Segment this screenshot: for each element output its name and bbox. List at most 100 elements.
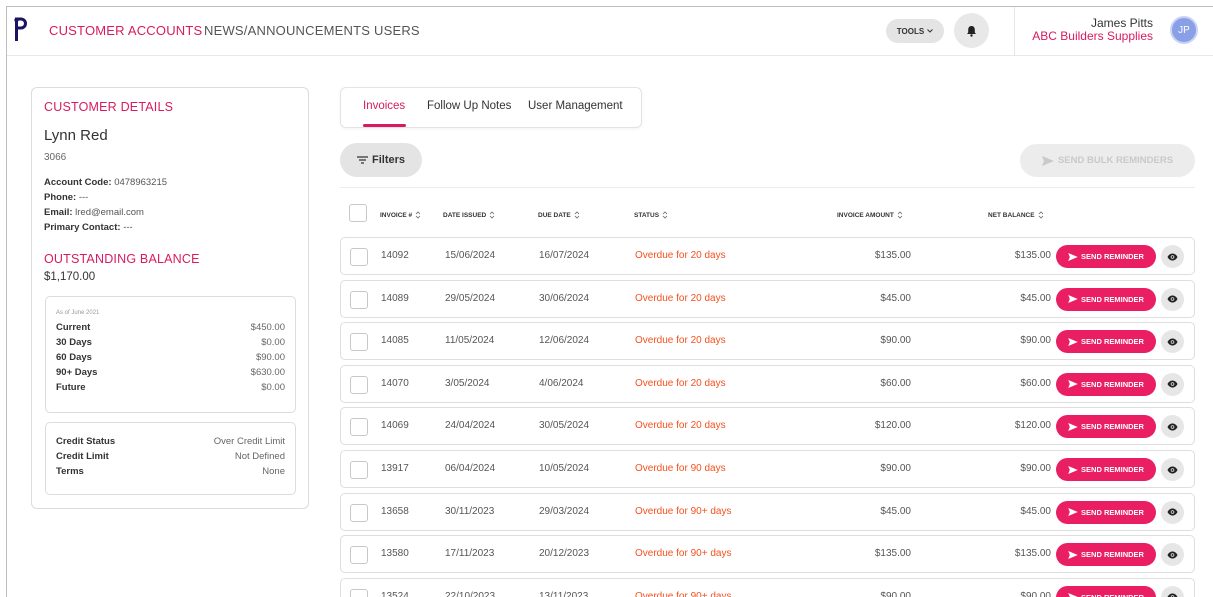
outstanding-balance-heading: OUTSTANDING BALANCE xyxy=(44,252,200,266)
tab-user-management[interactable]: User Management xyxy=(528,100,623,112)
send-reminder-button[interactable]: SEND REMINDER xyxy=(1056,500,1156,524)
row-checkbox[interactable] xyxy=(350,418,368,437)
net-balance: $90.00 xyxy=(1020,463,1051,474)
send-icon xyxy=(1068,295,1078,304)
send-reminder-label: SEND REMINDER xyxy=(1081,379,1144,389)
invoice-number[interactable]: 13917 xyxy=(381,463,409,474)
user-name: James Pitts xyxy=(1090,16,1153,30)
net-balance: $45.00 xyxy=(1020,292,1051,304)
invoice-number[interactable]: 14089 xyxy=(381,293,409,304)
date-issued: 30/11/2023 xyxy=(445,505,495,517)
net-balance: $135.00 xyxy=(1014,548,1051,560)
view-invoice-button[interactable] xyxy=(1161,458,1184,481)
column-header-status[interactable]: STATUS xyxy=(634,211,668,219)
eye-icon xyxy=(1167,593,1178,597)
table-row[interactable]: 14085 11/05/2024 12/06/2024 Overdue for 20 … xyxy=(340,322,1195,361)
view-invoice-button[interactable] xyxy=(1161,415,1184,439)
sort-icon xyxy=(1038,211,1043,219)
view-invoice-button[interactable] xyxy=(1161,585,1184,597)
row-checkbox[interactable] xyxy=(350,588,368,597)
table-row[interactable]: 14069 24/04/2024 30/05/2024 Overdue for 20 … xyxy=(340,407,1195,446)
company-name[interactable]: ABC Builders Supplies xyxy=(1032,29,1153,43)
invoice-amount: $90.00 xyxy=(880,590,911,597)
row-checkbox[interactable] xyxy=(350,290,368,309)
view-invoice-button[interactable] xyxy=(1161,330,1184,354)
send-reminder-button[interactable]: SEND REMINDER xyxy=(1056,330,1156,354)
eye-icon xyxy=(1167,380,1178,388)
send-reminder-button[interactable]: SEND REMINDER xyxy=(1056,287,1156,311)
row-checkbox[interactable] xyxy=(350,461,368,479)
view-invoice-button[interactable] xyxy=(1161,372,1184,396)
send-bulk-reminders-button[interactable]: SEND BULK REMINDERS xyxy=(1020,144,1195,177)
customer-details-card: CUSTOMER DETAILS Lynn Red 3066 Account C… xyxy=(31,87,309,509)
aging-as-of: As of June 2021 xyxy=(56,310,100,316)
tab-invoices[interactable]: Invoices xyxy=(363,100,405,112)
column-header-net-balance[interactable]: NET BALANCE xyxy=(988,211,1044,219)
nav-customer-accounts[interactable]: CUSTOMER ACCOUNTS xyxy=(49,23,202,38)
view-invoice-button[interactable] xyxy=(1161,543,1184,567)
send-reminder-button[interactable]: SEND REMINDER xyxy=(1056,585,1156,597)
status: Overdue for 20 days xyxy=(635,292,726,304)
invoice-number[interactable]: 13658 xyxy=(381,506,409,517)
sort-icon xyxy=(574,211,580,219)
row-checkbox[interactable] xyxy=(350,503,368,522)
brand-logo[interactable] xyxy=(13,17,27,43)
aging-row-current: Current $450.00 xyxy=(56,322,285,333)
view-invoice-button[interactable] xyxy=(1161,287,1184,311)
nav-news-announcements[interactable]: NEWS/ANNOUNCEMENTS xyxy=(204,23,370,38)
table-row[interactable]: 13658 30/11/2023 29/03/2024 Overdue for 90+… xyxy=(340,492,1195,531)
row-checkbox[interactable] xyxy=(350,375,368,394)
notifications-button[interactable] xyxy=(954,13,989,48)
send-reminder-button[interactable]: SEND REMINDER xyxy=(1056,372,1156,396)
table-row[interactable]: 14092 15/06/2024 16/07/2024 Overdue for 20 … xyxy=(340,237,1195,275)
row-checkbox[interactable] xyxy=(350,248,368,266)
customer-id: 3066 xyxy=(44,152,67,163)
aging-summary: As of June 2021 Current $450.00 30 Days $0… xyxy=(45,296,296,413)
tools-button[interactable]: TOOLS xyxy=(886,19,944,43)
invoice-number[interactable]: 14092 xyxy=(381,250,409,261)
invoice-number[interactable]: 13580 xyxy=(381,548,409,559)
date-issued: 24/04/2024 xyxy=(445,420,496,432)
select-all-checkbox[interactable] xyxy=(349,204,367,222)
invoice-number[interactable]: 14069 xyxy=(381,420,409,431)
bell-icon xyxy=(967,25,976,37)
column-header-invoice-amount[interactable]: INVOICE AMOUNT xyxy=(837,211,903,219)
due-date: 13/11/2023 xyxy=(539,590,589,597)
table-row[interactable]: 14070 3/05/2024 4/06/2024 Overdue for 20 da… xyxy=(340,364,1195,403)
table-row[interactable]: 13524 22/10/2023 13/11/2023 Overdue for 90+… xyxy=(340,577,1195,597)
eye-icon xyxy=(1167,466,1178,473)
invoice-number[interactable]: 13524 xyxy=(381,591,409,597)
chevron-down-icon xyxy=(927,29,934,33)
column-header-invoice[interactable]: INVOICE # xyxy=(380,211,421,219)
invoice-amount: $135.00 xyxy=(874,548,911,560)
send-reminder-button[interactable]: SEND REMINDER xyxy=(1056,245,1156,268)
nav-users[interactable]: USERS xyxy=(374,23,420,38)
table-row[interactable]: 14089 29/05/2024 30/06/2024 Overdue for 20 … xyxy=(340,279,1195,318)
table-row[interactable]: 13580 17/11/2023 20/12/2023 Overdue for 90+… xyxy=(340,535,1195,574)
view-invoice-button[interactable] xyxy=(1161,500,1184,524)
send-reminder-button[interactable]: SEND REMINDER xyxy=(1056,543,1156,567)
view-invoice-button[interactable] xyxy=(1161,245,1184,268)
send-reminder-button[interactable]: SEND REMINDER xyxy=(1056,458,1156,481)
invoice-amount: $120.00 xyxy=(874,420,911,432)
tab-follow-up-notes[interactable]: Follow Up Notes xyxy=(427,100,511,112)
status: Overdue for 20 days xyxy=(635,420,726,432)
column-header-due-date[interactable]: DUE DATE xyxy=(538,211,580,219)
invoice-amount: $90.00 xyxy=(880,335,911,347)
filters-button[interactable]: Filters xyxy=(340,143,422,177)
row-checkbox[interactable] xyxy=(350,333,368,352)
invoice-number[interactable]: 14085 xyxy=(381,335,409,346)
tools-label: TOOLS xyxy=(896,26,925,36)
invoice-number[interactable]: 14070 xyxy=(381,378,409,389)
net-balance: $120.00 xyxy=(1014,420,1051,432)
phone: Phone: --- xyxy=(44,192,89,203)
column-header-date-issued[interactable]: DATE ISSUED xyxy=(443,211,495,219)
send-icon xyxy=(1068,422,1078,431)
avatar[interactable]: JP xyxy=(1170,16,1198,44)
table-row[interactable]: 13917 06/04/2024 10/05/2024 Overdue for 90 … xyxy=(340,450,1195,488)
due-date: 20/12/2023 xyxy=(539,548,590,560)
invoice-amount: $90.00 xyxy=(880,463,911,474)
row-checkbox[interactable] xyxy=(350,546,368,565)
invoice-amount: $45.00 xyxy=(880,292,911,304)
send-reminder-button[interactable]: SEND REMINDER xyxy=(1056,415,1156,439)
